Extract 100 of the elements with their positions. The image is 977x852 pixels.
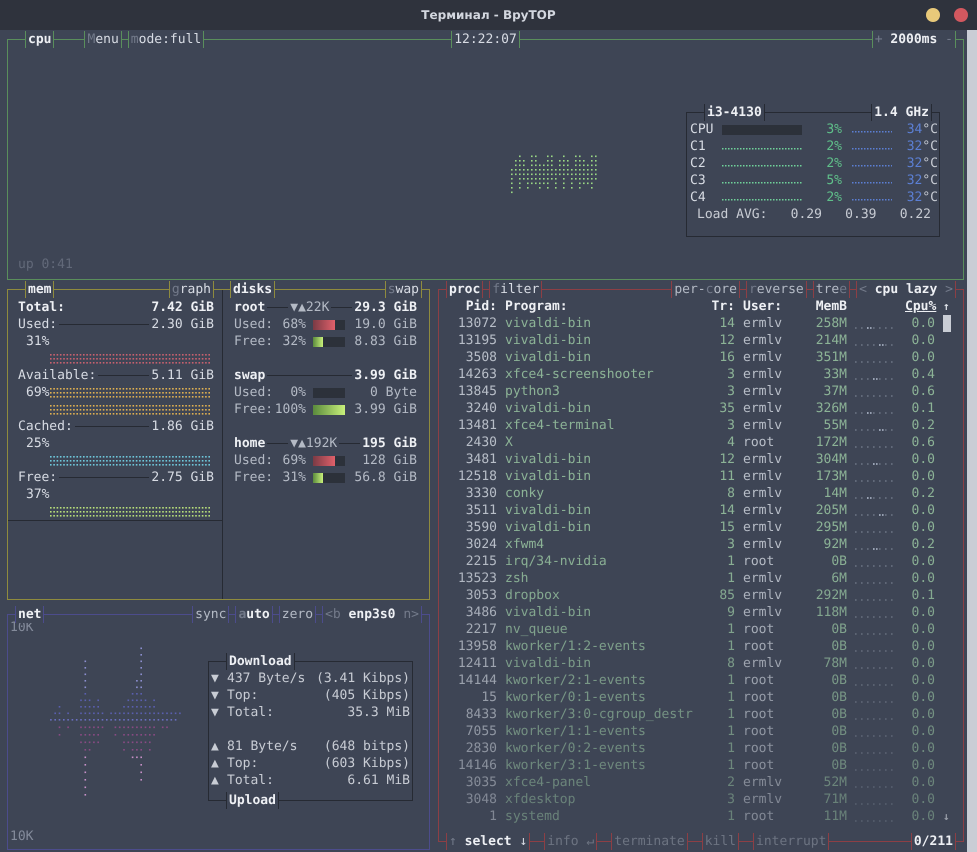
column-header[interactable]: Pid: <box>440 298 497 315</box>
table-cell-text: 3508 <box>464 349 497 366</box>
cpu-sparkline <box>855 616 893 618</box>
table-cell-text: ermlv <box>743 451 784 468</box>
cpu-sparkline <box>855 395 893 397</box>
memory-value: 1.86 GiB <box>151 418 215 435</box>
table-cell-text: 13195 <box>456 332 497 349</box>
toggle-button[interactable]: zero <box>278 606 316 623</box>
table-cell-text: 14 <box>718 315 735 332</box>
core-label: CPU <box>690 121 714 138</box>
close-button[interactable] <box>954 8 968 22</box>
table-cell-text: 0.2 <box>910 536 935 553</box>
panel-title: net <box>15 606 44 623</box>
table-cell-text: 2217 <box>464 621 497 638</box>
cpu-sparkline <box>855 327 893 329</box>
net-value: 35.3 MiB <box>347 704 410 721</box>
table-cell-text: 0B <box>830 638 847 655</box>
load-value: 0.22 <box>900 206 931 223</box>
table-cell-text: 0.0 <box>910 553 935 570</box>
column-header[interactable]: Cpu% <box>905 298 935 315</box>
table-cell-text: vivaldi-bin <box>505 349 592 366</box>
table-cell-text: 0B <box>830 621 847 638</box>
memory-percent: 25% <box>25 435 50 452</box>
scrollbar[interactable] <box>967 30 977 852</box>
net-label: Total: <box>227 772 274 789</box>
table-cell-text: systemd <box>505 808 561 825</box>
table-cell-text: 0.0 <box>910 655 935 672</box>
table-cell-text: 3 <box>726 417 735 434</box>
core-label: C4 <box>690 189 707 206</box>
toggle-button[interactable]: sync <box>192 606 230 623</box>
table-cell-text: vivaldi-bin <box>505 400 592 417</box>
disk-label: Used: <box>234 384 274 401</box>
table-cell-text: ermlv <box>743 604 784 621</box>
cpu-sparkline <box>855 361 893 363</box>
table-cell-text: 14146 <box>456 757 497 774</box>
table-cell-text: ermlv <box>743 519 784 536</box>
table-cell-text: kworker/0:2-events <box>505 740 647 757</box>
table-cell-text: 3486 <box>464 604 497 621</box>
disk-label: Free: <box>234 401 274 418</box>
table-cell-text: 0.0 <box>910 349 935 366</box>
table-cell-text: root <box>743 434 776 451</box>
scroll-down-button[interactable]: ↓ <box>943 808 951 825</box>
table-cell-text: ermlv <box>743 587 784 604</box>
table-cell-text: 0.0 <box>910 689 935 706</box>
temperature: 34°C <box>906 121 938 138</box>
table-cell-text: 0B <box>830 553 847 570</box>
down-arrow-icon: ▼ <box>211 704 227 721</box>
table-cell-text: 2430 <box>464 434 497 451</box>
memory-value: 5.11 GiB <box>151 367 215 384</box>
disk-name: swap <box>234 367 266 384</box>
table-cell-text: 0.0 <box>910 706 935 723</box>
minimize-button[interactable] <box>926 8 940 22</box>
table-cell-text: 35 <box>718 400 735 417</box>
column-header[interactable]: Program: <box>505 298 697 315</box>
panel-title: mem <box>25 281 54 298</box>
cpu-sparkline <box>855 429 893 431</box>
load-label: Load AVG: <box>697 206 768 223</box>
table-cell-text: 3 <box>726 366 735 383</box>
disk-percent: 68% <box>282 316 306 333</box>
disk-label: Used: <box>234 452 274 469</box>
update-interval: 2000ms <box>890 32 938 47</box>
table-cell-text: 78M <box>822 655 847 672</box>
table-cell-text: 3240 <box>464 400 497 417</box>
table-cell-text: root <box>743 689 776 706</box>
cpu-model: i3-4130 <box>704 104 765 121</box>
table-cell-text: vivaldi-bin <box>505 332 592 349</box>
scroll-thumb[interactable] <box>943 315 951 332</box>
table-cell-text: 16 <box>718 349 735 366</box>
column-header[interactable]: Tr: <box>705 298 735 315</box>
table-cell-text: 351M <box>814 349 847 366</box>
core-percent: 2% <box>825 138 842 155</box>
table-cell-text: 12 <box>718 451 735 468</box>
disk-size: 3.99 GiB <box>354 367 417 384</box>
table-cell-text: 304M <box>814 451 847 468</box>
table-cell-text: 0.0 <box>910 519 935 536</box>
table-cell-text: root <box>743 638 776 655</box>
disk-value: 128 GiB <box>361 452 417 469</box>
table-cell-text: kworker/3:0-cgroup_destr <box>505 706 694 723</box>
cpu-sparkline <box>855 701 893 703</box>
column-header[interactable]: MemB <box>811 298 847 315</box>
table-cell-text: 2830 <box>464 740 497 757</box>
table-cell-text: 13481 <box>456 417 497 434</box>
cpu-sparkline <box>855 344 893 346</box>
table-cell-text: 172M <box>814 434 847 451</box>
up-arrow-icon: ▲ <box>211 738 227 755</box>
table-cell-text: conky <box>505 485 546 502</box>
net-label: Top: <box>227 755 258 772</box>
select-button[interactable]: ↑ select ↓ <box>446 833 530 850</box>
table-cell-text: python3 <box>505 383 561 400</box>
table-cell-text: ermlv <box>743 570 784 587</box>
column-header[interactable]: User: <box>743 298 803 315</box>
table-cell-text: 0.0 <box>910 604 935 621</box>
disk-percent: 0% <box>289 384 306 401</box>
table-cell-text: kworker/3:1-events <box>505 757 647 774</box>
cpu-sparkline <box>855 582 893 584</box>
scroll-up-button[interactable]: ↑ <box>943 298 951 315</box>
table-cell-text: 0.0 <box>910 774 935 791</box>
table-cell-text: 3511 <box>464 502 497 519</box>
table-cell-text: 1 <box>726 672 735 689</box>
table-cell-text: ermlv <box>743 417 784 434</box>
